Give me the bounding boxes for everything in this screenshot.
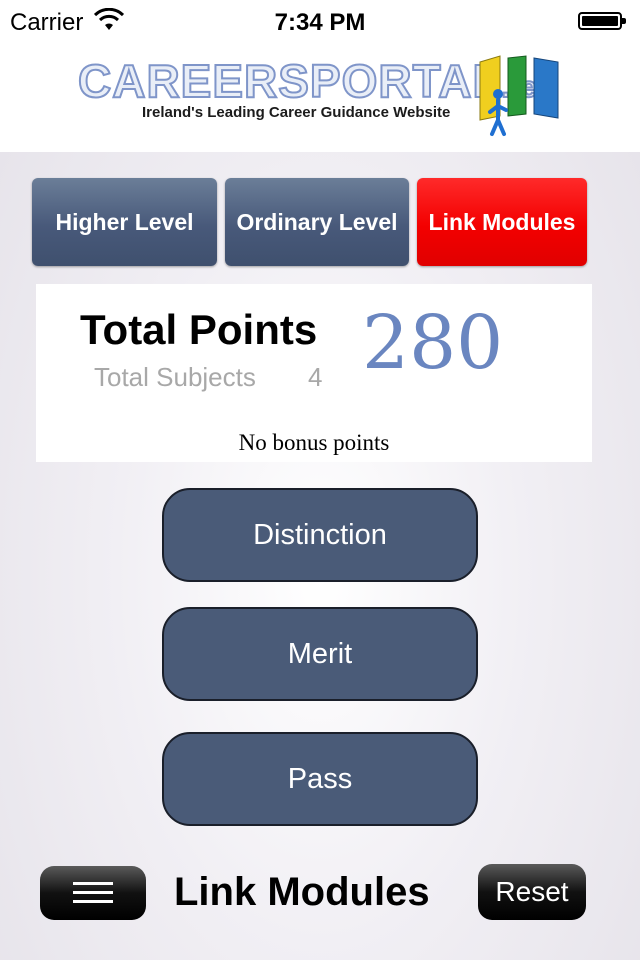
- total-points-value: 280: [362, 300, 504, 386]
- hamburger-icon: [73, 882, 113, 903]
- footer-title: Link Modules: [174, 870, 430, 914]
- total-subjects-label: Total Subjects: [94, 362, 256, 392]
- merit-button[interactable]: Merit: [162, 607, 478, 701]
- bonus-points-text: No bonus points: [238, 430, 390, 455]
- distinction-button[interactable]: Distinction: [162, 488, 478, 582]
- button-label: Distinction: [253, 518, 387, 551]
- button-label: Pass: [287, 762, 353, 795]
- tab-higher-level[interactable]: Higher Level: [32, 178, 217, 266]
- tab-label: Higher Level: [55, 208, 194, 235]
- total-subjects-count: 4: [308, 362, 323, 392]
- button-label: Reset: [495, 876, 569, 907]
- points-summary-panel: Total Points Total Subjects 4 280 No bon…: [36, 284, 592, 462]
- menu-button[interactable]: [40, 866, 146, 920]
- battery-icon: [578, 12, 626, 30]
- tab-ordinary-level[interactable]: Ordinary Level: [225, 178, 409, 266]
- status-bar: Carrier 7:34 PM: [0, 0, 640, 44]
- clock: 7:34 PM: [274, 9, 366, 36]
- tab-label: Ordinary Level: [236, 208, 398, 235]
- tab-link-modules[interactable]: Link Modules: [417, 178, 587, 266]
- button-label: Merit: [287, 637, 353, 670]
- logo-tagline: Ireland's Leading Career Guidance Websit…: [142, 104, 451, 121]
- app-header: CAREERSPORTAL.ie Ireland's Leading Caree…: [0, 44, 640, 152]
- pass-button[interactable]: Pass: [162, 732, 478, 826]
- doors-logo-icon: [479, 55, 559, 136]
- reset-button[interactable]: Reset: [478, 864, 586, 920]
- tab-label: Link Modules: [428, 208, 576, 235]
- total-points-heading: Total Points: [80, 306, 318, 353]
